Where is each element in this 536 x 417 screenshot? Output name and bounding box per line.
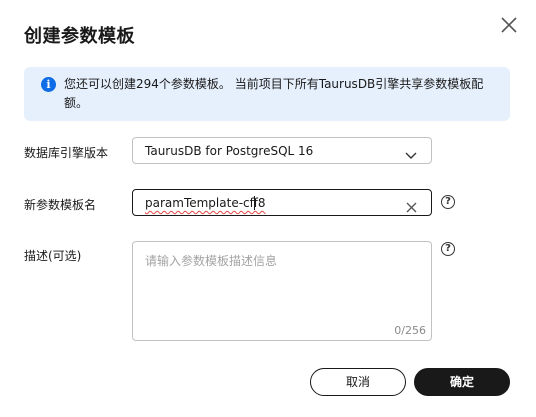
template-name-input[interactable]: paramTemplate-cff8 [132,189,432,216]
create-parameter-template-dialog: 创建参数模板 i 您还可以创建294个参数模板。 当前项目下所有TaurusDB… [0,0,536,417]
clear-icon[interactable] [406,198,417,217]
description-placeholder: 请输入参数模板描述信息 [145,254,278,268]
cancel-button[interactable]: 取消 [310,368,406,396]
description-textarea[interactable]: 请输入参数模板描述信息 0/256 [132,241,432,341]
confirm-button[interactable]: 确定 [414,368,510,396]
description-char-counter: 0/256 [394,324,426,337]
close-icon[interactable] [498,14,520,36]
info-icon: i [41,77,56,92]
info-banner: i 您还可以创建294个参数模板。 当前项目下所有TaurusDB引擎共享参数模… [24,67,510,121]
template-name-label: 新参数模板名 [24,198,97,212]
template-name-help-icon[interactable]: ? [441,195,455,209]
description-label: 描述(可选) [24,249,82,263]
chevron-down-icon [405,146,417,165]
description-help-icon[interactable]: ? [441,242,455,256]
text-caret [254,196,255,210]
info-message: 您还可以创建294个参数模板。 当前项目下所有TaurusDB引擎共享参数模板配… [64,77,484,110]
engine-version-select[interactable]: TaurusDB for PostgreSQL 16 [132,137,432,164]
dialog-title: 创建参数模板 [24,26,135,47]
template-name-value: paramTemplate-cff8 [145,196,266,210]
engine-version-value: TaurusDB for PostgreSQL 16 [145,144,314,158]
engine-version-label: 数据库引擎版本 [24,146,109,160]
